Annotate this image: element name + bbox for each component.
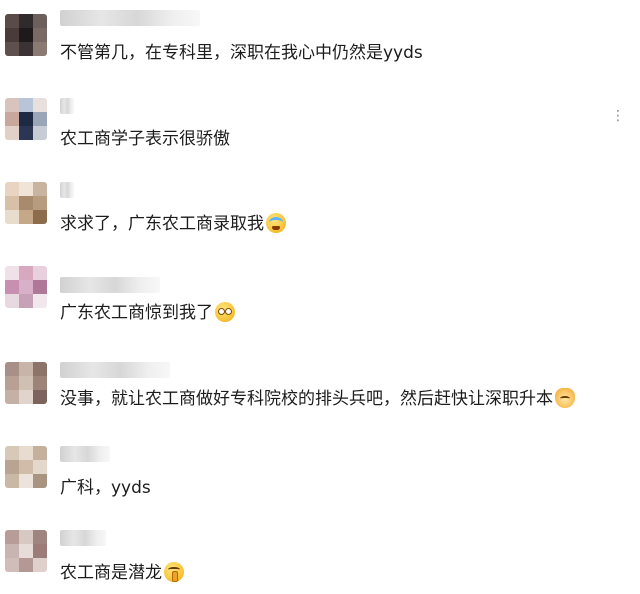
username-blurred[interactable] — [60, 10, 200, 26]
username-blurred[interactable] — [60, 182, 74, 198]
comment-text: 广科，yyds — [60, 478, 151, 498]
more-dots-icon[interactable]: ⋮ — [611, 109, 626, 123]
comment-text: 求求了，广东农工商录取我 — [60, 213, 286, 235]
comment-text: 农工商学子表示很骄傲 — [60, 129, 230, 149]
avatar[interactable] — [5, 182, 47, 224]
username-blurred[interactable] — [60, 277, 160, 293]
comment-text-content: 广东农工商惊到我了 — [60, 303, 213, 323]
username-blurred[interactable] — [60, 446, 110, 462]
comment-text: 农工商是潜龙 — [60, 562, 184, 584]
username-blurred[interactable] — [60, 362, 170, 378]
avatar[interactable] — [5, 98, 47, 140]
crying-face-icon — [266, 213, 286, 233]
cat-face-icon — [555, 388, 575, 408]
avatar[interactable] — [5, 266, 47, 308]
comment-text-content: 没事，就让农工商做好专科院校的排头兵吧，然后赶快让深职升本 — [60, 389, 553, 409]
avatar[interactable] — [5, 446, 47, 488]
username-blurred[interactable] — [60, 98, 74, 114]
comment-text: 没事，就让农工商做好专科院校的排头兵吧，然后赶快让深职升本 — [60, 388, 575, 410]
avatar[interactable] — [5, 362, 47, 404]
avatar[interactable] — [5, 14, 47, 56]
comment-text-content: 农工商是潜龙 — [60, 563, 162, 583]
shushing-face-icon — [164, 562, 184, 582]
comment-text: 不管第几，在专科里，深职在我心中仍然是yyds — [60, 43, 423, 63]
avatar[interactable] — [5, 530, 47, 572]
comment-text-content: 求求了，广东农工商录取我 — [60, 214, 264, 234]
username-blurred[interactable] — [60, 530, 106, 546]
comment-text: 广东农工商惊到我了 — [60, 302, 235, 324]
flushed-face-icon — [215, 302, 235, 322]
